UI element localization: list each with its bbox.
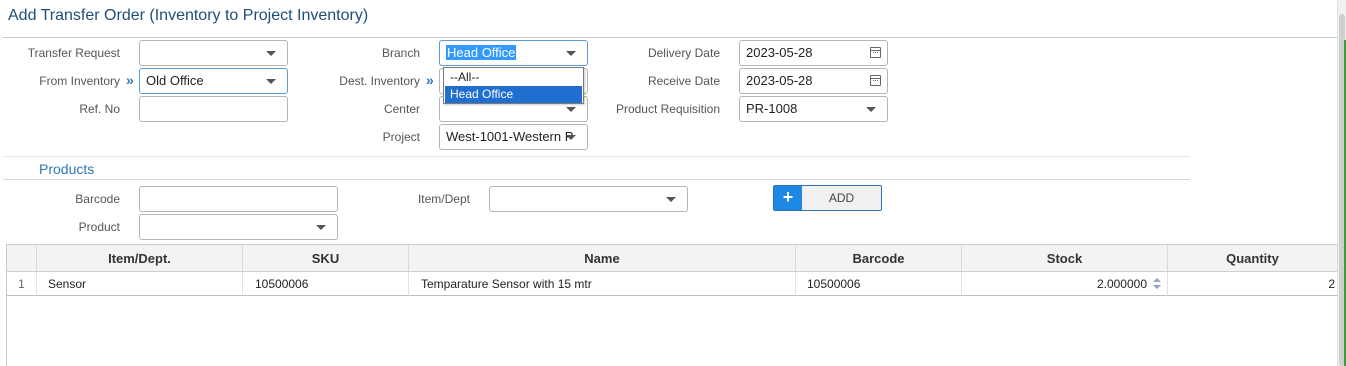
barcode-input[interactable] bbox=[139, 186, 338, 212]
barcode-label: Barcode bbox=[75, 192, 120, 206]
transfer-request-select[interactable] bbox=[139, 40, 288, 66]
product-label: Product bbox=[78, 220, 120, 234]
chevron-down-icon[interactable] bbox=[566, 51, 576, 56]
double-chevron-right-icon[interactable]: » bbox=[426, 73, 434, 87]
receive-date-label: Receive Date bbox=[647, 74, 720, 88]
branch-label: Branch bbox=[381, 46, 420, 60]
add-product-button[interactable]: + ADD bbox=[773, 185, 882, 211]
column-header-quantity[interactable]: Quantity bbox=[1168, 245, 1338, 272]
chevron-down-icon[interactable] bbox=[316, 225, 326, 230]
products-section-title: Products bbox=[39, 161, 95, 177]
product-requisition-value: PR-1008 bbox=[746, 101, 798, 116]
ref-no-label: Ref. No bbox=[79, 102, 120, 116]
cell-sku[interactable]: 10500006 bbox=[243, 272, 409, 296]
branch-dropdown-list[interactable]: --All-- Head Office bbox=[443, 67, 584, 104]
products-divider bbox=[3, 179, 1190, 180]
cell-quantity[interactable]: 2 bbox=[1168, 272, 1338, 296]
chevron-down-icon[interactable] bbox=[866, 107, 876, 112]
project-label: Project bbox=[382, 130, 420, 144]
delivery-date-value: 2023-05-28 bbox=[746, 45, 813, 60]
plus-icon[interactable]: + bbox=[774, 186, 802, 210]
cell-name[interactable]: Temparature Sensor with 15 mtr bbox=[409, 272, 796, 296]
column-header-barcode[interactable]: Barcode bbox=[796, 245, 962, 272]
double-chevron-right-icon[interactable]: » bbox=[126, 73, 134, 87]
receive-date-value: 2023-05-28 bbox=[746, 73, 813, 88]
dropdown-option-head-office[interactable]: Head Office bbox=[445, 86, 582, 103]
cell-barcode[interactable]: 10500006 bbox=[796, 272, 962, 296]
chevron-down-icon[interactable] bbox=[566, 107, 576, 112]
title-divider bbox=[3, 37, 1337, 38]
product-select[interactable] bbox=[139, 214, 338, 240]
stock-value: 2.000000 bbox=[1096, 277, 1147, 291]
from-inventory-value: Old Office bbox=[146, 73, 204, 88]
receive-date-input[interactable]: 2023-05-28 bbox=[739, 68, 888, 94]
calendar-icon[interactable] bbox=[870, 47, 881, 58]
column-header-stock[interactable]: Stock bbox=[962, 245, 1168, 272]
page-title: Add Transfer Order (Inventory to Project… bbox=[8, 7, 369, 24]
project-select[interactable]: West-1001-Western P bbox=[439, 124, 588, 150]
from-inventory-label: From Inventory bbox=[39, 74, 120, 88]
products-grid: Item/Dept. SKU Name Barcode Stock Quanti… bbox=[6, 244, 1338, 366]
delivery-date-input[interactable]: 2023-05-28 bbox=[739, 40, 888, 66]
column-header-sku[interactable]: SKU bbox=[243, 245, 409, 272]
project-value: West-1001-Western P bbox=[446, 129, 574, 144]
column-header-item-dept[interactable]: Item/Dept. bbox=[37, 245, 243, 272]
add-button-label: ADD bbox=[828, 191, 855, 205]
section-divider bbox=[3, 156, 1190, 157]
chevron-down-icon[interactable] bbox=[266, 51, 276, 56]
chevron-down-icon[interactable] bbox=[266, 79, 276, 84]
column-header-name[interactable]: Name bbox=[409, 245, 796, 272]
dropdown-option-all[interactable]: --All-- bbox=[445, 69, 582, 86]
from-inventory-select[interactable]: Old Office bbox=[139, 68, 288, 94]
product-requisition-label: Product Requisition bbox=[615, 102, 720, 116]
row-number-header bbox=[7, 245, 37, 272]
item-dept-label: Item/Dept bbox=[417, 192, 470, 206]
chevron-down-icon[interactable] bbox=[566, 135, 576, 140]
dest-inventory-label: Dest. Inventory bbox=[339, 74, 420, 88]
delivery-date-label: Delivery Date bbox=[647, 46, 720, 60]
product-requisition-select[interactable]: PR-1008 bbox=[739, 96, 888, 122]
center-label: Center bbox=[383, 102, 420, 116]
cell-stock[interactable]: 2.000000 bbox=[962, 272, 1168, 296]
branch-value: Head Office bbox=[446, 45, 517, 60]
calendar-icon[interactable] bbox=[870, 75, 881, 86]
item-dept-select[interactable] bbox=[489, 186, 688, 212]
ref-no-input[interactable] bbox=[139, 96, 288, 122]
transfer-request-label: Transfer Request bbox=[27, 46, 120, 60]
cell-item-dept[interactable]: Sensor bbox=[37, 272, 243, 296]
row-number: 1 bbox=[7, 272, 37, 296]
chevron-down-icon[interactable] bbox=[666, 197, 676, 202]
branch-select[interactable]: Head Office bbox=[439, 40, 588, 66]
spinner-arrows-icon[interactable] bbox=[1153, 278, 1161, 290]
